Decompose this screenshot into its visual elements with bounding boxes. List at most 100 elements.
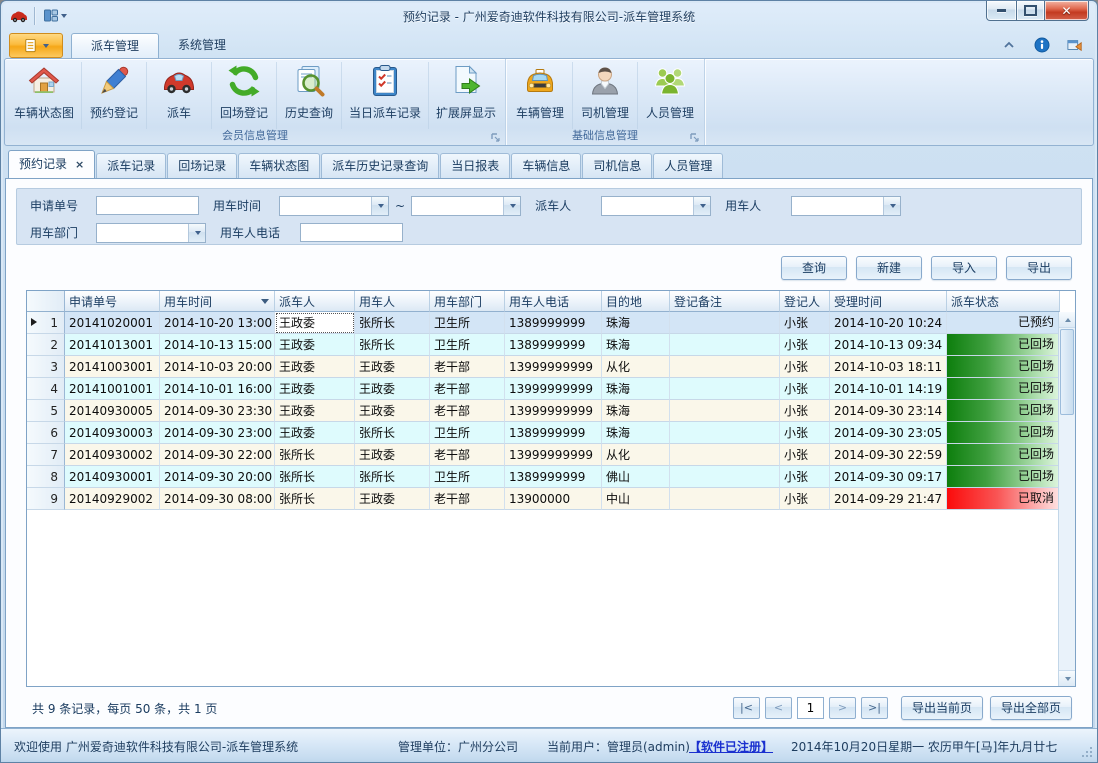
cell-registrar[interactable]: 小张 xyxy=(780,444,830,466)
cell-order_no[interactable]: 20141001001 xyxy=(65,378,160,400)
cell-accept_time[interactable]: 2014-10-13 09:34 xyxy=(830,334,947,356)
cell-phone[interactable]: 1389999999 xyxy=(505,312,602,334)
cell-registrar[interactable]: 小张 xyxy=(780,466,830,488)
cell-destination[interactable]: 珠海 xyxy=(602,422,670,444)
cell-car_user[interactable]: 王政委 xyxy=(355,378,430,400)
ribbon-button-vehicle-management[interactable]: 车辆管理 xyxy=(508,62,573,129)
cell-phone[interactable]: 1389999999 xyxy=(505,466,602,488)
table-row[interactable]: 3201410030012014-10-03 20:00王政委王政委老干部139… xyxy=(27,356,1060,378)
cell-status[interactable]: 已取消 xyxy=(947,488,1060,510)
cell-remark[interactable] xyxy=(670,444,780,466)
cell-use_time[interactable]: 2014-09-30 08:00 xyxy=(160,488,275,510)
cell-remark[interactable] xyxy=(670,356,780,378)
ribbon-button-return-register[interactable]: 回场登记 xyxy=(212,62,277,129)
doc-tab-3[interactable]: 回场记录 xyxy=(167,153,237,178)
cell-dept[interactable]: 老干部 xyxy=(430,356,505,378)
cell-use_time[interactable]: 2014-09-30 23:00 xyxy=(160,422,275,444)
column-header-order_no[interactable]: 申请单号 xyxy=(65,291,160,312)
last-page-button[interactable]: >| xyxy=(861,697,888,719)
chevron-down-icon[interactable] xyxy=(883,197,900,215)
scroll-down-button[interactable] xyxy=(1059,670,1075,686)
column-header-use_time[interactable]: 用车时间 xyxy=(160,291,275,312)
cell-order_no[interactable]: 20140929002 xyxy=(65,488,160,510)
column-header-dept[interactable]: 用车部门 xyxy=(430,291,505,312)
maximize-button[interactable] xyxy=(1017,1,1045,21)
cell-dispatcher[interactable]: 王政委 xyxy=(275,400,355,422)
cell-accept_time[interactable]: 2014-09-30 23:05 xyxy=(830,422,947,444)
next-page-button[interactable]: > xyxy=(829,697,856,719)
cell-dept[interactable]: 老干部 xyxy=(430,378,505,400)
prev-page-button[interactable]: < xyxy=(765,697,792,719)
doc-tab-1[interactable]: 预约记录× xyxy=(8,150,95,178)
cell-use_time[interactable]: 2014-09-30 22:00 xyxy=(160,444,275,466)
row-indicator[interactable]: 6 xyxy=(27,422,65,444)
cell-car_user[interactable]: 张所长 xyxy=(355,334,430,356)
current-page-input[interactable] xyxy=(797,697,824,719)
cell-accept_time[interactable]: 2014-09-30 09:17 xyxy=(830,466,947,488)
export-button[interactable]: 导出 xyxy=(1006,256,1072,280)
scroll-up-button[interactable] xyxy=(1059,312,1075,328)
first-page-button[interactable]: |< xyxy=(733,697,760,719)
cell-status[interactable]: 已回场 xyxy=(947,334,1060,356)
cell-status[interactable]: 已回场 xyxy=(947,356,1060,378)
cell-car_user[interactable]: 张所长 xyxy=(355,312,430,334)
cell-registrar[interactable]: 小张 xyxy=(780,422,830,444)
doc-tab-4[interactable]: 车辆状态图 xyxy=(238,153,320,178)
cell-status[interactable]: 已回场 xyxy=(947,444,1060,466)
cell-order_no[interactable]: 20141003001 xyxy=(65,356,160,378)
cell-accept_time[interactable]: 2014-10-03 18:11 xyxy=(830,356,947,378)
application-menu-button[interactable] xyxy=(9,33,63,58)
table-row[interactable]: 6201409300032014-09-30 23:00王政委张所长卫生所138… xyxy=(27,422,1060,444)
row-indicator[interactable]: 8 xyxy=(27,466,65,488)
row-indicator[interactable]: 7 xyxy=(27,444,65,466)
cell-use_time[interactable]: 2014-10-03 20:00 xyxy=(160,356,275,378)
chevron-down-icon[interactable] xyxy=(693,197,710,215)
doc-tab-7[interactable]: 车辆信息 xyxy=(511,153,581,178)
cell-dept[interactable]: 老干部 xyxy=(430,488,505,510)
row-indicator[interactable]: 4 xyxy=(27,378,65,400)
close-tab-icon[interactable]: × xyxy=(75,158,84,171)
cell-status[interactable]: 已回场 xyxy=(947,400,1060,422)
row-indicator[interactable]: 9 xyxy=(27,488,65,510)
chevron-down-icon[interactable] xyxy=(188,224,205,242)
cell-destination[interactable]: 从化 xyxy=(602,356,670,378)
row-indicator[interactable]: 1 xyxy=(27,312,65,334)
cell-dept[interactable]: 卫生所 xyxy=(430,334,505,356)
license-link[interactable]: 【软件已注册】 xyxy=(689,738,773,755)
table-row[interactable]: 7201409300022014-09-30 22:00张所长王政委老干部139… xyxy=(27,444,1060,466)
cell-remark[interactable] xyxy=(670,422,780,444)
cell-car_user[interactable]: 王政委 xyxy=(355,356,430,378)
column-header-remark[interactable]: 登记备注 xyxy=(670,291,780,312)
ribbon-button-reservation-register[interactable]: 预约登记 xyxy=(82,62,147,129)
cell-remark[interactable] xyxy=(670,312,780,334)
dispatcher-combo[interactable] xyxy=(601,196,711,216)
cell-dispatcher[interactable]: 王政委 xyxy=(275,422,355,444)
cell-registrar[interactable]: 小张 xyxy=(780,312,830,334)
doc-tab-2[interactable]: 派车记录 xyxy=(96,153,166,178)
column-header-car_user[interactable]: 用车人 xyxy=(355,291,430,312)
table-row[interactable]: 8201409300012014-09-30 20:00张所长张所长卫生所138… xyxy=(27,466,1060,488)
chevron-down-icon[interactable] xyxy=(503,197,520,215)
cell-order_no[interactable]: 20141020001 xyxy=(65,312,160,334)
cell-remark[interactable] xyxy=(670,378,780,400)
column-header-dispatcher[interactable]: 派车人 xyxy=(275,291,355,312)
cell-accept_time[interactable]: 2014-10-01 14:19 xyxy=(830,378,947,400)
cell-dispatcher[interactable]: 张所长 xyxy=(275,466,355,488)
cell-destination[interactable]: 珠海 xyxy=(602,334,670,356)
cell-destination[interactable]: 从化 xyxy=(602,444,670,466)
cell-car_user[interactable]: 王政委 xyxy=(355,488,430,510)
doc-tab-9[interactable]: 人员管理 xyxy=(653,153,723,178)
dialog-launcher-icon[interactable] xyxy=(489,131,501,143)
new-button[interactable]: 新建 xyxy=(856,256,922,280)
cell-accept_time[interactable]: 2014-09-29 21:47 xyxy=(830,488,947,510)
cell-remark[interactable] xyxy=(670,334,780,356)
cell-order_no[interactable]: 20140930003 xyxy=(65,422,160,444)
cell-order_no[interactable]: 20141013001 xyxy=(65,334,160,356)
table-row[interactable]: 1201410200012014-10-20 13:00王政委张所长卫生所138… xyxy=(27,312,1060,334)
cell-destination[interactable]: 珠海 xyxy=(602,400,670,422)
column-header-status[interactable]: 派车状态 xyxy=(947,291,1060,312)
ribbon-button-dispatch[interactable]: 派车 xyxy=(147,62,212,129)
use-time-to-combo[interactable] xyxy=(411,196,521,216)
ribbon-button-vehicle-status-chart[interactable]: 车辆状态图 xyxy=(7,62,82,129)
cell-registrar[interactable]: 小张 xyxy=(780,334,830,356)
